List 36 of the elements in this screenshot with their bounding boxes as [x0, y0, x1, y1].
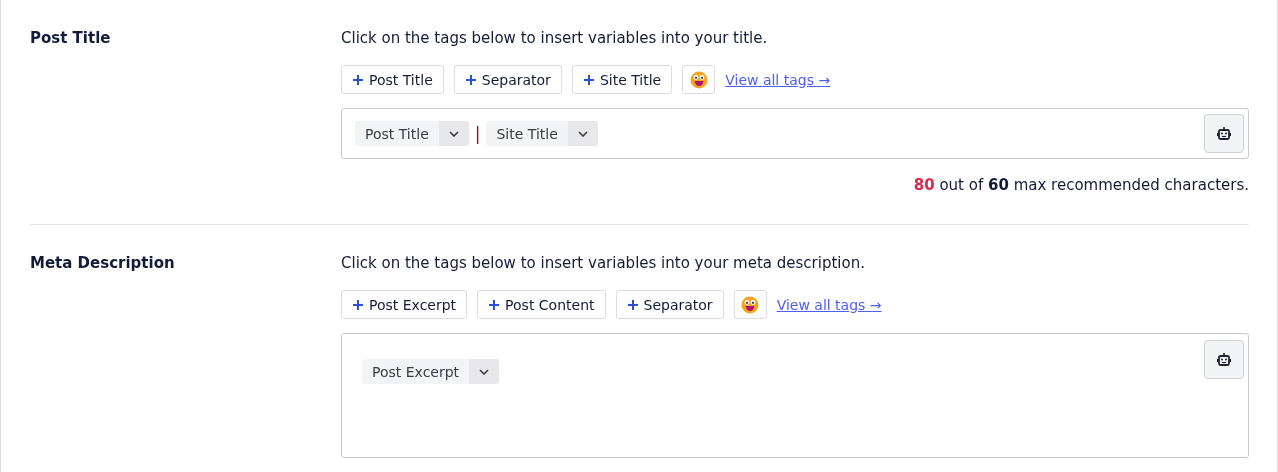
insert-tag-button[interactable]: Site Title	[571, 65, 673, 94]
tag-chip[interactable]: Post Excerpt	[362, 359, 500, 384]
plus-icon	[582, 73, 595, 86]
caret-icon	[577, 130, 588, 137]
plus-icon	[488, 298, 501, 311]
robot-icon	[1217, 352, 1231, 367]
plus-icon	[464, 73, 477, 86]
emoji-button[interactable]	[682, 65, 716, 94]
field-label: Meta Description	[30, 254, 176, 274]
insert-tag-button[interactable]: Post Excerpt	[341, 290, 468, 319]
field-label: Post Title	[30, 29, 112, 49]
insert-tag-button[interactable]: Post Title	[341, 65, 444, 94]
ai-button[interactable]	[1204, 114, 1244, 153]
caret-icon	[479, 368, 490, 375]
ai-button[interactable]	[1204, 340, 1244, 379]
smiley-icon	[689, 70, 708, 89]
hint-text: Click on the tags below to insert variables into your title.	[341, 29, 769, 47]
plus-icon	[352, 73, 364, 86]
emoji-button[interactable]	[733, 290, 767, 319]
smiley-icon	[741, 295, 760, 314]
hint-text: Click on the tags below to insert variables into your meta description.	[341, 254, 866, 272]
tag-chip[interactable]: Post Title	[355, 121, 469, 146]
insert-tag-button[interactable]: Separator	[453, 65, 562, 94]
separator-text: |	[474, 123, 481, 144]
view-all-tags-link[interactable]: View all tags →	[725, 71, 831, 88]
plus-icon	[352, 298, 364, 311]
tag-chip[interactable]: Site Title	[486, 121, 598, 146]
plus-icon	[626, 298, 639, 311]
character-count-text: 80 out of 60 max recommended characters.	[912, 176, 1249, 194]
view-all-tags-link[interactable]: View all tags →	[776, 296, 882, 313]
caret-icon	[448, 130, 459, 137]
editor-field[interactable]: Post Excerpt	[341, 333, 1249, 458]
editor-field[interactable]: Post Title | Site Title	[341, 108, 1249, 159]
robot-icon	[1217, 126, 1231, 141]
insert-tag-button[interactable]: Post Content	[477, 290, 606, 319]
insert-tag-button[interactable]: Separator	[615, 290, 724, 319]
